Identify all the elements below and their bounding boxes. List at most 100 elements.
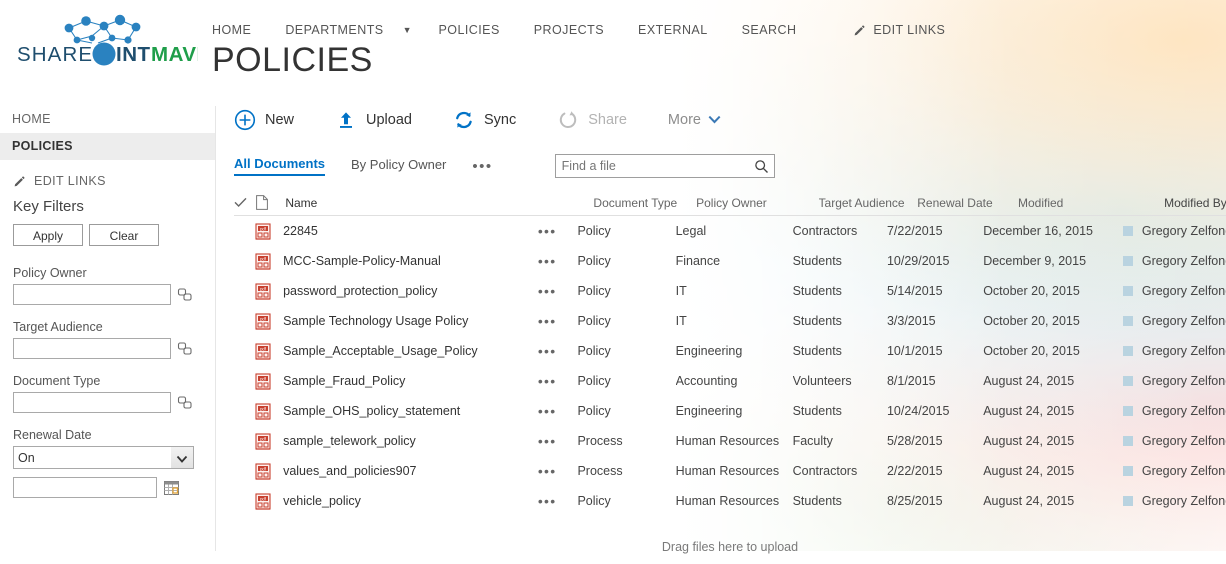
apply-filters-button[interactable]: Apply [13, 224, 83, 246]
more-label: More [668, 112, 701, 128]
table-row[interactable]: pdf Sample_Acceptable_Usage_Policy ••• P… [234, 336, 1226, 366]
modified-by-name[interactable]: Gregory Zelfond [1142, 464, 1226, 478]
table-row[interactable]: pdf Sample Technology Usage Policy ••• P… [234, 306, 1226, 336]
column-header-name[interactable]: Name [285, 196, 552, 210]
row-callout-ellipsis[interactable]: ••• [538, 374, 578, 388]
pdf-file-icon: pdf [255, 223, 283, 240]
chevron-down-icon[interactable]: ▼ [401, 22, 422, 39]
more-button[interactable]: More [668, 111, 721, 129]
cell-modified: August 24, 2015 [983, 464, 1123, 478]
clear-filters-button[interactable]: Clear [89, 224, 159, 246]
nav-item-external[interactable]: EXTERNAL [621, 19, 725, 41]
page-title: POLICIES [212, 41, 373, 80]
pdf-file-icon: pdf [255, 373, 283, 390]
filter-input-document-type[interactable] [13, 392, 171, 413]
nav-item-policies[interactable]: POLICIES [421, 19, 516, 41]
calendar-icon[interactable] [163, 479, 180, 496]
modified-by-name[interactable]: Gregory Zelfond [1142, 374, 1226, 388]
filter-input-target-audience[interactable] [13, 338, 171, 359]
cell-target-audience: Faculty [793, 434, 887, 448]
search-icon[interactable] [750, 155, 774, 177]
drag-drop-zone[interactable]: Drag files here to upload [234, 530, 1226, 564]
table-row[interactable]: pdf Sample_OHS_policy_statement ••• Poli… [234, 396, 1226, 426]
presence-indicator-icon [1123, 436, 1133, 446]
file-name-link[interactable]: Sample Technology Usage Policy [283, 314, 538, 328]
edit-links-button-top[interactable]: EDIT LINKS [813, 19, 955, 41]
file-name-link[interactable]: Sample_Acceptable_Usage_Policy [283, 344, 538, 358]
more-views-ellipsis[interactable]: ••• [472, 159, 492, 174]
table-row[interactable]: pdf values_and_policies907 ••• Process H… [234, 456, 1226, 486]
svg-text:pdf: pdf [260, 466, 267, 471]
cell-renewal-date: 3/3/2015 [887, 314, 983, 328]
views-row: All Documents By Policy Owner ••• [234, 146, 1226, 186]
row-callout-ellipsis[interactable]: ••• [538, 494, 578, 508]
row-callout-ellipsis[interactable]: ••• [538, 404, 578, 418]
row-callout-ellipsis[interactable]: ••• [538, 464, 578, 478]
sharepoint-maven-logo[interactable]: SHAREP INT MAVEN [12, 12, 198, 68]
file-name-link[interactable]: sample_telework_policy [283, 434, 538, 448]
renewal-date-input[interactable] [13, 477, 157, 498]
file-name-link[interactable]: values_and_policies907 [283, 464, 538, 478]
column-header-target-audience[interactable]: Target Audience [819, 196, 918, 210]
pdf-file-icon: pdf [255, 403, 283, 420]
row-callout-ellipsis[interactable]: ••• [538, 344, 578, 358]
sidebar-item-policies[interactable]: POLICIES [0, 133, 215, 160]
row-callout-ellipsis[interactable]: ••• [538, 434, 578, 448]
cell-target-audience: Contractors [793, 464, 887, 478]
people-picker-icon[interactable] [177, 341, 193, 357]
view-tab-all-documents[interactable]: All Documents [234, 156, 325, 176]
renewal-date-operator-select[interactable]: On [13, 446, 194, 469]
modified-by-name[interactable]: Gregory Zelfond [1142, 404, 1226, 418]
nav-item-projects[interactable]: PROJECTS [517, 19, 621, 41]
people-picker-icon[interactable] [177, 287, 193, 303]
modified-by-name[interactable]: Gregory Zelfond [1142, 344, 1226, 358]
filter-input-policy-owner[interactable] [13, 284, 171, 305]
row-callout-ellipsis[interactable]: ••• [538, 254, 578, 268]
file-name-link[interactable]: 22845 [283, 224, 538, 238]
modified-by-name[interactable]: Gregory Zelfond [1142, 224, 1226, 238]
presence-indicator-icon [1123, 316, 1133, 326]
nav-item-search[interactable]: SEARCH [725, 19, 814, 41]
new-button[interactable]: New [234, 109, 294, 131]
modified-by-name[interactable]: Gregory Zelfond [1142, 254, 1226, 268]
file-name-link[interactable]: vehicle_policy [283, 494, 538, 508]
people-picker-icon[interactable] [177, 395, 193, 411]
presence-indicator-icon [1123, 226, 1133, 236]
modified-by-name[interactable]: Gregory Zelfond [1142, 494, 1226, 508]
table-row[interactable]: pdf Sample_Fraud_Policy ••• Policy Accou… [234, 366, 1226, 396]
column-header-renewal-date[interactable]: Renewal Date [917, 196, 1018, 210]
svg-text:pdf: pdf [260, 256, 267, 261]
file-name-link[interactable]: MCC-Sample-Policy-Manual [283, 254, 538, 268]
edit-links-button-sidebar[interactable]: EDIT LINKS [0, 160, 215, 194]
cell-renewal-date: 8/1/2015 [887, 374, 983, 388]
view-tab-by-policy-owner[interactable]: By Policy Owner [351, 157, 446, 175]
column-header-policy-owner[interactable]: Policy Owner [696, 196, 818, 210]
table-row[interactable]: pdf password_protection_policy ••• Polic… [234, 276, 1226, 306]
table-row[interactable]: pdf vehicle_policy ••• Policy Human Reso… [234, 486, 1226, 516]
file-type-column-icon[interactable] [256, 195, 286, 210]
file-name-link[interactable]: Sample_Fraud_Policy [283, 374, 538, 388]
file-name-link[interactable]: Sample_OHS_policy_statement [283, 404, 538, 418]
upload-button[interactable]: Upload [335, 109, 412, 131]
nav-item-departments[interactable]: DEPARTMENTS [268, 19, 400, 41]
nav-item-home[interactable]: HOME [212, 19, 268, 41]
file-name-link[interactable]: password_protection_policy [283, 284, 538, 298]
table-row[interactable]: pdf sample_telework_policy ••• Process H… [234, 426, 1226, 456]
column-header-modified-by[interactable]: Modified By [1164, 196, 1226, 210]
row-callout-ellipsis[interactable]: ••• [538, 284, 578, 298]
row-callout-ellipsis[interactable]: ••• [538, 314, 578, 328]
table-row[interactable]: pdf 22845 ••• Policy Legal Contractors 7… [234, 216, 1226, 246]
table-row[interactable]: pdf MCC-Sample-Policy-Manual ••• Policy … [234, 246, 1226, 276]
column-header-modified[interactable]: Modified [1018, 196, 1164, 210]
cell-document-type: Policy [577, 224, 675, 238]
sync-button[interactable]: Sync [453, 109, 516, 131]
modified-by-name[interactable]: Gregory Zelfond [1142, 284, 1226, 298]
modified-by-name[interactable]: Gregory Zelfond [1142, 434, 1226, 448]
row-callout-ellipsis[interactable]: ••• [538, 224, 578, 238]
sidebar-item-home[interactable]: HOME [0, 106, 215, 133]
modified-by-name[interactable]: Gregory Zelfond [1142, 314, 1226, 328]
column-header-document-type[interactable]: Document Type [593, 196, 696, 210]
cell-target-audience: Students [793, 344, 887, 358]
select-all-checkmark-icon[interactable] [234, 197, 256, 208]
search-input[interactable] [556, 155, 750, 177]
